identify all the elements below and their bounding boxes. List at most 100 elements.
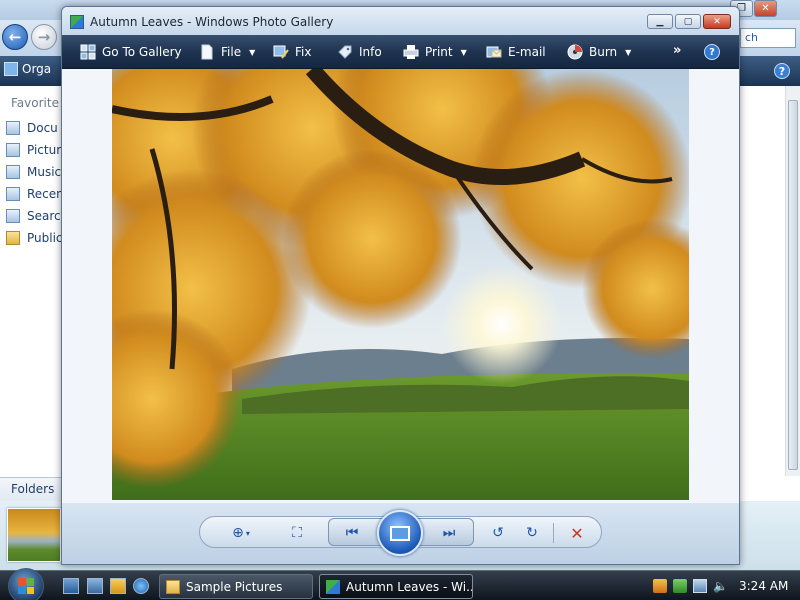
actual-size-icon: ⛶ bbox=[292, 525, 302, 541]
window-title: Autumn Leaves - Windows Photo Gallery bbox=[90, 15, 334, 29]
public-folder-icon bbox=[6, 231, 20, 245]
dropdown-arrow-icon: ▾ bbox=[245, 528, 250, 538]
print-label: Print bbox=[425, 45, 453, 59]
start-button[interactable] bbox=[8, 568, 44, 600]
taskbar-button-photo-gallery[interactable]: Autumn Leaves - Wi... bbox=[319, 574, 473, 599]
media-player-icon[interactable] bbox=[110, 578, 126, 594]
dropdown-arrow-icon: ▼ bbox=[249, 47, 256, 57]
burn-label: Burn bbox=[589, 45, 618, 59]
burn-disc-icon bbox=[567, 44, 583, 60]
documents-icon bbox=[6, 121, 20, 135]
explorer-scrollbar[interactable] bbox=[785, 86, 800, 476]
notification-area: 🔈 3:24 AM bbox=[645, 571, 800, 600]
gallery-toolbar: Go To Gallery File ▼ Fix Info Print ▼ E-… bbox=[62, 35, 739, 69]
autumn-leaves-photo[interactable] bbox=[112, 69, 689, 500]
help-icon: ? bbox=[778, 64, 786, 78]
maximize-icon: ▢ bbox=[683, 16, 693, 27]
clock[interactable]: 3:24 AM bbox=[739, 579, 788, 593]
internet-explorer-icon[interactable] bbox=[133, 578, 149, 594]
dropdown-arrow-icon: ▼ bbox=[625, 47, 632, 57]
minimize-button[interactable]: ▁ bbox=[647, 14, 673, 29]
rotate-clockwise-button[interactable]: ↻ bbox=[521, 523, 543, 543]
explorer-close-button[interactable]: ✕ bbox=[754, 0, 777, 17]
file-menu[interactable]: File ▼ bbox=[199, 43, 255, 61]
network-icon[interactable] bbox=[693, 579, 707, 593]
recent-icon bbox=[6, 187, 20, 201]
printer-icon bbox=[403, 45, 419, 59]
go-to-gallery-button[interactable]: Go To Gallery bbox=[80, 43, 182, 61]
fix-icon bbox=[273, 45, 289, 59]
next-button[interactable]: ⏭ bbox=[438, 523, 460, 543]
explorer-search-input[interactable]: ch bbox=[740, 28, 796, 48]
photo-viewer bbox=[62, 69, 739, 503]
maximize-button[interactable]: ▢ bbox=[675, 14, 701, 29]
forward-button[interactable]: → bbox=[31, 24, 57, 50]
favorite-link-label: Docu bbox=[27, 121, 58, 135]
delete-button[interactable]: ✕ bbox=[566, 523, 588, 543]
taskbar-button-sample-pictures[interactable]: Sample Pictures bbox=[159, 574, 313, 599]
file-label: File bbox=[221, 45, 242, 59]
help-icon: ? bbox=[709, 46, 715, 58]
actual-size-button[interactable]: ⛶ bbox=[286, 523, 308, 543]
print-menu[interactable]: Print ▼ bbox=[403, 43, 467, 61]
fix-button[interactable]: Fix bbox=[273, 43, 311, 61]
rotate-left-icon: ↺ bbox=[492, 525, 504, 541]
more-commands-button[interactable]: » bbox=[673, 43, 681, 58]
back-arrow-icon: ← bbox=[8, 28, 22, 46]
info-tag-icon bbox=[338, 45, 352, 59]
photo-gallery-icon bbox=[326, 579, 340, 594]
fix-label: Fix bbox=[295, 45, 312, 59]
forward-arrow-icon: → bbox=[37, 28, 51, 46]
favorite-link-pictures[interactable]: Pictur bbox=[6, 140, 61, 160]
taskbar: Sample Pictures Autumn Leaves - Wi... 🔈 … bbox=[0, 568, 800, 600]
rotate-right-icon: ↻ bbox=[526, 525, 538, 541]
back-button[interactable]: ← bbox=[2, 24, 28, 50]
info-button[interactable]: Info bbox=[337, 43, 382, 61]
zoom-button[interactable]: ⊕ ▾ bbox=[230, 523, 252, 543]
play-slideshow-button[interactable] bbox=[377, 510, 423, 556]
favorite-link-label: Public bbox=[27, 231, 63, 245]
favorite-link-label: Recen bbox=[27, 187, 64, 201]
task-label: Autumn Leaves - Wi... bbox=[346, 579, 473, 594]
music-icon bbox=[6, 165, 20, 179]
rotate-counterclockwise-button[interactable]: ↺ bbox=[487, 523, 509, 543]
photo-gallery-window: Autumn Leaves - Windows Photo Gallery ▁ … bbox=[61, 6, 740, 565]
show-desktop-icon[interactable] bbox=[63, 578, 79, 594]
scrollbar-thumb[interactable] bbox=[788, 100, 798, 470]
previous-button[interactable]: ⏮ bbox=[341, 523, 363, 543]
navigation-pane: Favorite L Docu Pictur Music Recen Searc… bbox=[0, 86, 69, 476]
explorer-caption-buttons: ❐ ✕ bbox=[730, 0, 800, 18]
organize-label: Orga bbox=[22, 62, 52, 76]
volume-icon[interactable]: 🔈 bbox=[713, 579, 728, 593]
pictures-icon bbox=[6, 143, 20, 157]
gallery-help-button[interactable]: ? bbox=[704, 44, 720, 60]
minimize-icon: ▁ bbox=[656, 16, 664, 27]
delete-icon: ✕ bbox=[570, 523, 584, 543]
check-icon[interactable] bbox=[673, 579, 687, 593]
organize-button[interactable]: Orga bbox=[4, 62, 51, 76]
folders-label: Folders bbox=[11, 482, 55, 496]
gallery-titlebar: Autumn Leaves - Windows Photo Gallery ▁ … bbox=[62, 7, 739, 35]
favorite-link-documents[interactable]: Docu bbox=[6, 118, 58, 138]
details-thumbnail bbox=[7, 508, 61, 562]
folders-toggle[interactable]: Folders bbox=[0, 477, 62, 501]
favorite-link-music[interactable]: Music bbox=[6, 162, 61, 182]
gallery-caption-buttons: ▁ ▢ ✕ bbox=[647, 14, 731, 29]
gallery-grid-icon bbox=[80, 44, 96, 60]
switch-windows-icon[interactable] bbox=[87, 578, 103, 594]
burn-menu[interactable]: Burn ▼ bbox=[567, 43, 631, 61]
controls-divider bbox=[553, 523, 554, 543]
playback-controls: ⊕ ▾ ⛶ ⏮ ⏭ ↺ ↻ ✕ bbox=[62, 503, 739, 564]
favorite-link-recent[interactable]: Recen bbox=[6, 184, 64, 204]
favorite-link-public[interactable]: Public bbox=[6, 228, 63, 248]
explorer-help-button[interactable]: ? bbox=[774, 63, 790, 79]
favorite-link-label: Music bbox=[27, 165, 62, 179]
next-icon: ⏭ bbox=[442, 525, 456, 541]
dropdown-arrow-icon: ▼ bbox=[460, 47, 467, 57]
close-button[interactable]: ✕ bbox=[703, 14, 731, 29]
explorer-search-text: ch bbox=[745, 31, 759, 44]
email-button[interactable]: E-mail bbox=[486, 43, 546, 61]
slideshow-icon bbox=[390, 525, 410, 541]
security-shield-icon[interactable] bbox=[653, 579, 667, 593]
favorite-link-searches[interactable]: Search bbox=[6, 206, 68, 226]
